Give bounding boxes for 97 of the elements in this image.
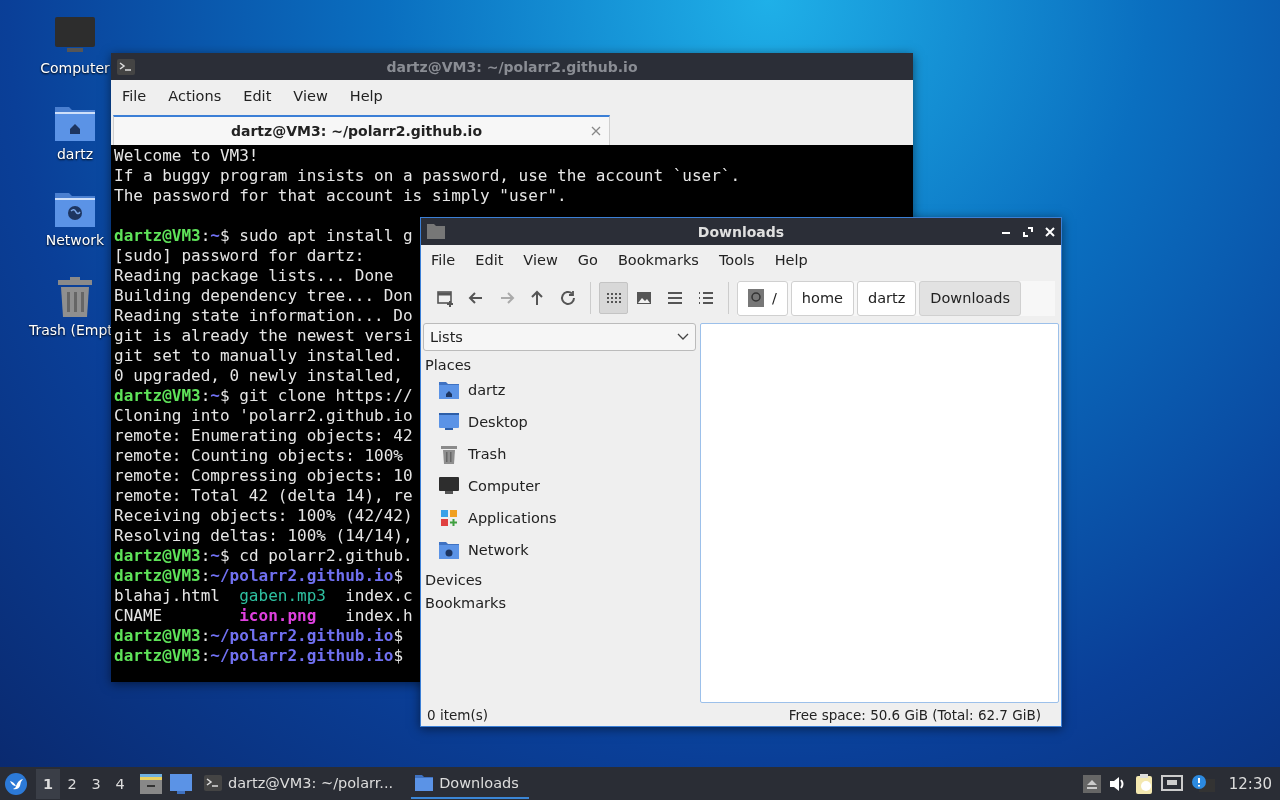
terminal-tab[interactable]: dartz@VM3: ~/polarr2.github.io [113, 115, 610, 145]
terminal-line: The password for that account is simply "user". [114, 186, 567, 206]
home-folder-icon [54, 104, 96, 142]
bird-logo-icon[interactable] [4, 771, 28, 796]
new-tab-icon [436, 289, 455, 307]
section-header[interactable]: Devices [423, 566, 696, 589]
drive-icon [747, 289, 764, 307]
workspace-button[interactable]: 1 [36, 768, 60, 799]
desktop-icon-label[interactable]: Trash (Empt [29, 322, 113, 338]
tab-title: dartz@VM3: ~/polarr2.github.io [230, 123, 483, 139]
reload-icon [559, 289, 578, 307]
detailed-icon [696, 289, 715, 307]
terminal-line: remote: Total 42 (delta 14), re [114, 486, 413, 506]
path-button[interactable]: dartz [856, 280, 917, 316]
menu-item[interactable]: Tools [708, 252, 765, 268]
workspace-button[interactable]: 4 [108, 768, 132, 799]
network-folder-icon [54, 190, 96, 228]
terminal-line: remote: Compressing objects: 10 [114, 466, 413, 486]
place-item[interactable]: Trash [423, 438, 696, 470]
terminal-line: Welcome to VM3! [114, 146, 259, 166]
applications-icon [440, 509, 458, 527]
folder-icon [427, 224, 445, 239]
clock[interactable]: 12:30 [1228, 774, 1272, 793]
terminal-line: Building dependency tree... Don [114, 286, 413, 306]
terminal-line: git set to manually installed. [114, 346, 403, 366]
terminal-line: dartz@VM3:~$ cd polarr2.github. [114, 546, 413, 566]
terminal-line: dartz@VM3:~/polarr2.github.io$ [114, 566, 403, 586]
desktop-icon-label[interactable]: Computer [40, 60, 110, 76]
place-item[interactable]: Applications [423, 502, 696, 534]
terminal-icon [204, 774, 222, 791]
path-button[interactable]: / [736, 280, 788, 316]
terminal-line: dartz@VM3:~$ sudo apt install g [114, 226, 413, 246]
folder-icon [415, 774, 434, 791]
desktop-icon-label[interactable]: Network [45, 232, 105, 248]
terminal-line: Reading package lists... Done [114, 266, 394, 286]
side-pane-mode-dropdown[interactable]: Lists [423, 323, 696, 351]
place-item[interactable]: Network [423, 534, 696, 566]
compact-icon [666, 289, 685, 307]
menu-item[interactable]: File [421, 252, 466, 268]
desktop-icon-label[interactable]: dartz [56, 146, 94, 162]
trash-icon [56, 276, 94, 318]
terminal-line: dartz@VM3:~/polarr2.github.io$ [114, 646, 403, 666]
terminal-line: blahaj.html gaben.mp3 index.c [114, 586, 413, 606]
menu-item[interactable]: Edit [232, 88, 283, 104]
place-item[interactable]: Computer [423, 470, 696, 502]
terminal-line: dartz@VM3:~/polarr2.github.io$ [114, 626, 403, 646]
terminal-line: remote: Counting objects: 100% [114, 446, 403, 466]
item-count: 0 item(s) [427, 707, 488, 723]
terminal-line: 0 upgraded, 0 newly installed, [114, 366, 403, 386]
terminal-icon [117, 58, 135, 75]
terminal-line: Receiving objects: 100% (42/42) [114, 506, 413, 526]
chevron-down-icon [677, 333, 689, 341]
free-space: Free space: 50.6 GiB (Total: 62.7 GiB) [788, 707, 1041, 723]
notification-icon[interactable] [1190, 774, 1215, 793]
terminal-line: Cloning into 'polarr2.github.io [114, 406, 413, 426]
workspace-button[interactable]: 3 [84, 768, 108, 799]
desktop-icon [439, 413, 459, 431]
menu-item[interactable]: Help [764, 252, 818, 268]
menu-item[interactable]: Help [338, 88, 394, 104]
taskbar-task[interactable]: Downloads [411, 768, 529, 799]
path-button[interactable]: home [790, 280, 854, 316]
thumbnails-icon [635, 289, 654, 307]
terminal-line: Resolving deltas: 100% (14/14), [114, 526, 413, 546]
trash-icon [440, 444, 458, 464]
taskbar-task[interactable]: dartz@VM3: ~/polarr... [200, 768, 404, 799]
terminal-line: dartz@VM3:~$ git clone https:// [114, 386, 413, 406]
window-title: Downloads [696, 223, 786, 240]
path-button[interactable]: Downloads [919, 280, 1021, 316]
window-title: dartz@VM3: ~/polarr2.github.io [385, 58, 639, 75]
menu-item[interactable]: View [282, 88, 339, 104]
clipboard-icon[interactable] [1134, 773, 1153, 794]
home-folder-icon [439, 381, 459, 399]
terminal-line: CNAME icon.png index.h [114, 606, 413, 626]
workspace-button[interactable]: 2 [60, 768, 84, 799]
file-cabinet-icon[interactable] [140, 773, 162, 794]
menu-item[interactable]: Actions [157, 88, 233, 104]
monitor-icon [439, 477, 459, 495]
menu-item[interactable]: Edit [465, 252, 514, 268]
menu-item[interactable]: Bookmarks [607, 252, 709, 268]
view-mode-button[interactable] [599, 282, 628, 314]
section-header[interactable]: Bookmarks [423, 589, 696, 612]
maximize-icon[interactable] [1023, 226, 1033, 237]
terminal-line: git is already the newest versi [114, 326, 413, 346]
terminal-line: [sudo] password for dartz: [114, 246, 365, 266]
eject-icon[interactable] [1082, 774, 1101, 793]
place-item[interactable]: Desktop [423, 406, 696, 438]
ethernet-icon[interactable] [1160, 774, 1183, 793]
terminal-line: remote: Enumerating objects: 42 [114, 426, 413, 446]
menu-item[interactable]: Go [567, 252, 608, 268]
place-item[interactable]: dartz [423, 374, 696, 406]
menu-item[interactable]: View [513, 252, 568, 268]
menu-item[interactable]: File [111, 88, 158, 104]
terminal-line: If a buggy program insists on a password, use the account `user`. [114, 166, 741, 186]
terminal-line: Reading state information... Do [114, 306, 413, 326]
desktop-icon[interactable] [170, 773, 192, 794]
network-folder-icon [439, 541, 459, 559]
section-header[interactable]: Places [423, 351, 696, 374]
